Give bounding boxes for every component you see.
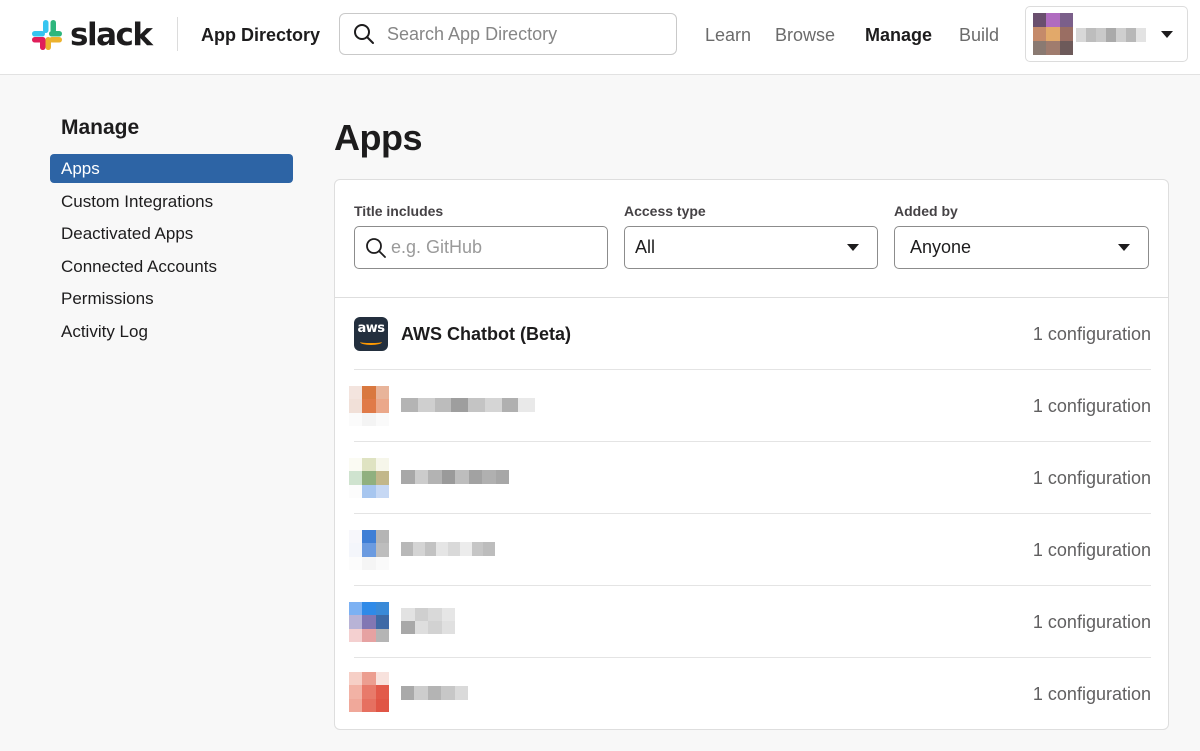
nav-build[interactable]: Build [959, 24, 999, 46]
app-icon [349, 386, 389, 426]
app-config-count[interactable]: 1 configuration [1033, 323, 1151, 345]
added-by-value: Anyone [910, 237, 972, 257]
app-row[interactable]: 1 configuration [335, 370, 1168, 442]
sidebar-item-custom-integrations[interactable]: Custom Integrations [50, 187, 293, 216]
access-type-label: Access type [624, 203, 706, 219]
app-row[interactable]: 1 configuration [335, 514, 1168, 586]
search-icon [354, 24, 374, 44]
header-divider [177, 17, 178, 51]
chevron-down-icon [1161, 31, 1173, 38]
app-icon [349, 602, 389, 642]
sidebar-item-permissions[interactable]: Permissions [50, 284, 293, 313]
workspace-name-redacted [1076, 28, 1146, 42]
nav-browse[interactable]: Browse [775, 24, 835, 46]
app-icon [349, 458, 389, 498]
slack-logo[interactable]: slack [30, 17, 153, 53]
app-name-redacted [401, 470, 509, 484]
access-type-select[interactable]: All [624, 226, 878, 269]
slack-logo-icon [32, 20, 62, 50]
app-directory-title[interactable]: App Directory [201, 24, 320, 46]
app-config-count[interactable]: 1 configuration [1033, 611, 1151, 633]
nav-manage[interactable]: Manage [865, 24, 932, 46]
access-type-value: All [635, 237, 656, 257]
search-input[interactable]: Search App Directory [339, 13, 677, 55]
title-filter-placeholder: e.g. GitHub [391, 237, 483, 257]
apps-panel: Title includes e.g. GitHub Access type A… [334, 179, 1169, 730]
top-header: slack App Directory Search App Directory… [0, 0, 1200, 75]
sidebar-item-connected-accounts[interactable]: Connected Accounts [50, 252, 293, 281]
app-name[interactable]: AWS Chatbot (Beta) [401, 323, 571, 345]
avatar [1033, 13, 1073, 55]
sidebar-item-deactivated-apps[interactable]: Deactivated Apps [50, 219, 293, 248]
app-icon [349, 672, 389, 712]
title-filter-label: Title includes [354, 203, 444, 219]
workspace-menu-button[interactable] [1025, 6, 1188, 62]
search-icon [366, 237, 386, 258]
chevron-down-icon [1118, 244, 1130, 251]
app-config-count[interactable]: 1 configuration [1033, 467, 1151, 489]
sidebar-item-activity-log[interactable]: Activity Log [50, 317, 293, 346]
chevron-down-icon [847, 244, 859, 251]
app-config-count[interactable]: 1 configuration [1033, 395, 1151, 417]
search-placeholder: Search App Directory [387, 23, 558, 44]
sidebar-title: Manage [61, 116, 140, 139]
app-name-redacted [401, 686, 468, 700]
app-config-count[interactable]: 1 configuration [1033, 539, 1151, 561]
app-name-redacted [401, 608, 455, 634]
slack-wordmark: slack [70, 17, 153, 53]
app-row[interactable]: aws AWS Chatbot (Beta) 1 configuration [335, 298, 1168, 370]
app-name-redacted [401, 542, 495, 556]
app-name-redacted [401, 398, 535, 412]
app-icon [349, 530, 389, 570]
app-row[interactable]: 1 configuration [335, 586, 1168, 658]
aws-logo-icon: aws [354, 317, 388, 351]
added-by-select[interactable]: Anyone [894, 226, 1149, 269]
page-title: Apps [334, 117, 423, 158]
app-row[interactable]: 1 configuration [335, 658, 1168, 729]
app-config-count[interactable]: 1 configuration [1033, 683, 1151, 705]
nav-learn[interactable]: Learn [705, 24, 751, 46]
title-filter-input[interactable]: e.g. GitHub [354, 226, 608, 269]
added-by-label: Added by [894, 203, 958, 219]
app-row[interactable]: 1 configuration [335, 442, 1168, 514]
sidebar-item-apps[interactable]: Apps [50, 154, 293, 183]
